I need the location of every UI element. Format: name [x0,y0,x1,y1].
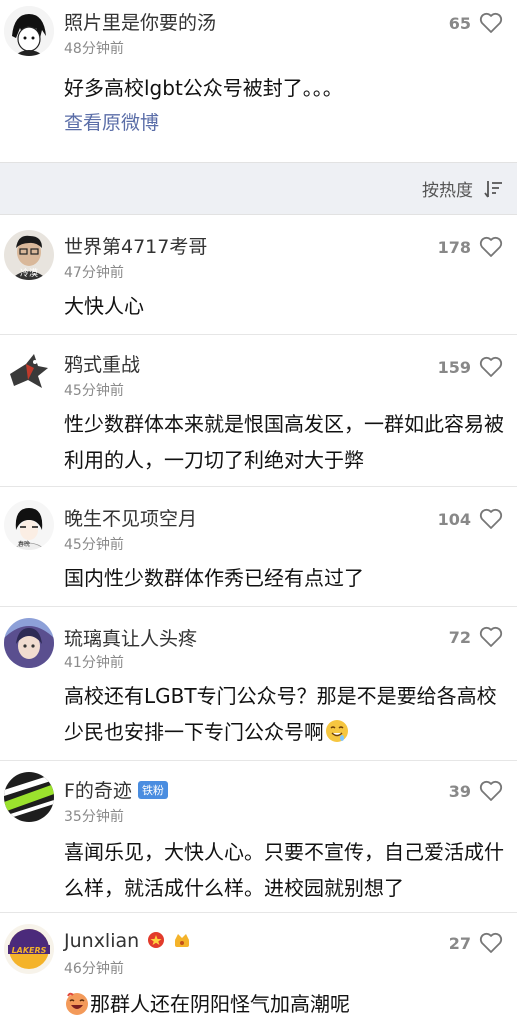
comment-item: 春晚 晚生不见项空月 45分钟前 104 国内性少数群体作秀已经有点过了 [0,486,517,607]
like-button[interactable]: 72 [449,626,503,648]
like-button[interactable]: 159 [438,356,503,378]
like-button[interactable]: 65 [449,12,503,34]
username[interactable]: F的奇迹 铁粉 [64,776,168,803]
timestamp: 41分钟前 [64,655,124,671]
avatar[interactable]: 春晚 [4,500,54,550]
timestamp: 48分钟前 [64,41,124,57]
heart-icon [479,236,503,257]
comment-body: 那群人还在阴阳怪气加高潮呢 [90,992,350,1016]
username[interactable]: 照片里是你要的汤 [64,8,216,35]
username-text: F的奇迹 [64,780,132,802]
sort-bar: 按热度 [0,162,517,215]
crown-badge-icon [175,934,190,947]
sort-label: 按热度 [422,181,473,201]
comment-item: 琉璃真让人头疼 41分钟前 72 高校还有LGBT专门公众号？那是不是要给各高校… [0,606,517,761]
username[interactable]: 琉璃真让人头疼 [64,624,197,651]
comment-body: 高校还有LGBT专门公众号？那是不是要给各高校少民也安排一下专门公众号啊 [64,684,497,744]
avatar[interactable] [4,772,54,822]
svg-text:冷漠: 冷漠 [20,267,38,279]
like-button[interactable]: 178 [438,236,503,258]
avatar[interactable]: 冷漠 [4,230,54,280]
timestamp: 35分钟前 [64,809,124,825]
avatar[interactable] [4,346,54,396]
op-comment: 照片里是你要的汤 48分钟前 65 好多高校lgbt公众号被封了。。。 查看原微… [0,0,517,162]
username-text: Junxlian [64,930,140,952]
avatar[interactable] [4,618,54,668]
sort-icon [484,180,502,198]
svg-text:LAKERS: LAKERS [12,946,47,955]
like-count: 72 [448,627,471,647]
view-original-link[interactable]: 查看原微博 [64,108,159,135]
like-count: 104 [437,509,471,529]
timestamp: 46分钟前 [64,961,124,977]
heart-icon [479,626,503,647]
comment-text: 那群人还在阴阳怪气加高潮呢 [64,986,509,1022]
comment-text: 喜闻乐见，大快人心。只要不宣传，自己爱活成什么样，就活成什么样。进校园就别想了 [64,840,504,900]
username[interactable]: Junxlian [64,930,191,952]
heart-icon [479,508,503,529]
like-count: 65 [448,13,471,33]
like-count: 178 [437,237,471,257]
heart-icon [479,356,503,377]
like-button[interactable]: 27 [449,932,503,954]
drool-emoji-icon [326,720,348,742]
username[interactable]: 晚生不见项空月 [64,504,197,531]
username[interactable]: 世界第4717考哥 [64,232,207,259]
verified-badge-icon [148,932,165,948]
comment-item: LAKERS Junxlian 46分钟前 27 那群人还在阴阳怪气加高潮呢 [0,912,517,1024]
comment-text: 高校还有LGBT专门公众号？那是不是要给各高校少民也安排一下专门公众号啊 [64,678,509,750]
timestamp: 47分钟前 [64,265,124,281]
comment-text: 国内性少数群体作秀已经有点过了 [64,566,364,590]
heart-icon [479,780,503,801]
comment-text: 大快人心 [64,294,144,318]
avatar[interactable]: LAKERS [4,924,54,974]
sort-by-hot-button[interactable]: 按热度 [422,176,503,201]
svg-text:春晚: 春晚 [18,540,30,548]
like-count: 39 [448,781,471,801]
like-button[interactable]: 104 [438,508,503,530]
fan-badge: 铁粉 [137,781,168,799]
comment-item: 鸦式重战 45分钟前 159 性少数群体本来就是恨国高发区，一群如此容易被利用的… [0,334,517,487]
heart-icon [479,932,503,953]
avatar[interactable] [4,6,54,56]
timestamp: 45分钟前 [64,383,124,399]
comment-text: 好多高校lgbt公众号被封了。。。 [64,76,343,100]
laughing-emoji-icon [66,992,88,1015]
like-count: 159 [437,357,471,377]
like-count: 27 [448,933,471,953]
timestamp: 45分钟前 [64,537,124,553]
username[interactable]: 鸦式重战 [64,350,140,377]
like-button[interactable]: 39 [449,780,503,802]
comment-text: 性少数群体本来就是恨国高发区，一群如此容易被利用的人，一刀切了利绝对大于弊 [64,412,504,472]
heart-icon [479,12,503,33]
comment-item: 冷漠 世界第4717考哥 47分钟前 178 大快人心 [0,214,517,335]
comment-item: F的奇迹 铁粉 35分钟前 39 喜闻乐见，大快人心。只要不宣传，自己爱活成什么样… [0,760,517,913]
